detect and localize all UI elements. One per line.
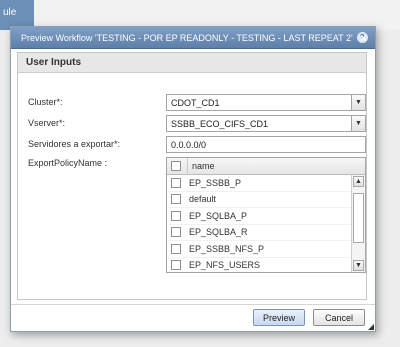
export-policy-label: ExportPolicyName :: [28, 158, 108, 168]
row-checkbox[interactable]: [171, 210, 181, 221]
table-row[interactable]: EP_SQLBA_R: [167, 225, 351, 241]
row-name: EP_SQLBA_R: [189, 227, 248, 238]
row-name: EP_SSBB_NFS_P: [189, 243, 265, 254]
preview-button[interactable]: Preview: [253, 309, 305, 326]
cluster-label: Cluster*:: [28, 97, 63, 107]
user-inputs-panel: User Inputs Cluster*: CDOT_CD1 ▼ Vserver…: [17, 52, 367, 300]
close-icon[interactable]: ×: [360, 31, 367, 45]
table-row[interactable]: EP_SSBB_P: [167, 175, 351, 192]
row-name: default: [189, 194, 217, 205]
select-all-checkbox[interactable]: [171, 161, 181, 171]
vserver-select[interactable]: SSBB_ECO_CIFS_CD1 ▼: [166, 115, 366, 132]
table-row[interactable]: EP_SQLBA_P: [167, 208, 351, 225]
table-row[interactable]: EP_NFS_USERS: [167, 258, 351, 273]
footer-divider: [11, 304, 375, 305]
servidores-value: 0.0.0.0/0: [171, 139, 207, 150]
scroll-thumb[interactable]: [353, 193, 364, 243]
chevron-down-icon[interactable]: ▼: [351, 116, 365, 131]
dialog-title: Preview Workflow 'TESTING - POR EP READO…: [21, 32, 353, 43]
panel-title: User Inputs: [18, 53, 366, 73]
column-header-name[interactable]: name: [192, 161, 215, 171]
cluster-select[interactable]: CDOT_CD1 ▼: [166, 94, 366, 111]
row-checkbox[interactable]: [171, 194, 181, 205]
vserver-value: SSBB_ECO_CIFS_CD1: [171, 118, 269, 129]
resize-grip-icon[interactable]: [368, 324, 374, 330]
row-checkbox[interactable]: [171, 243, 181, 254]
row-name: EP_SQLBA_P: [189, 210, 248, 221]
row-name: EP_SSBB_P: [189, 177, 242, 188]
cancel-button[interactable]: Cancel: [313, 309, 365, 326]
chevron-down-icon[interactable]: ▼: [351, 95, 365, 110]
row-checkbox[interactable]: [171, 260, 181, 271]
column-separator: [187, 158, 188, 175]
dialog-titlebar[interactable]: Preview Workflow 'TESTING - POR EP READO…: [11, 27, 375, 49]
servidores-input[interactable]: 0.0.0.0/0: [166, 136, 366, 153]
scroll-up-icon[interactable]: ▲: [353, 176, 364, 187]
scroll-down-icon[interactable]: ▼: [353, 260, 364, 271]
grid-body: EP_SSBB_P default EP_SQLBA_P EP_SQLBA_R …: [167, 175, 351, 272]
table-row[interactable]: EP_SSBB_NFS_P: [167, 241, 351, 258]
servidores-label: Servidores a exportar*:: [28, 139, 121, 149]
grid-scrollbar[interactable]: ▲ ▼: [351, 175, 365, 272]
vserver-label: Vserver*:: [28, 118, 66, 128]
cluster-value: CDOT_CD1: [171, 97, 220, 108]
row-name: EP_NFS_USERS: [189, 260, 261, 271]
table-row[interactable]: default: [167, 192, 351, 208]
row-checkbox[interactable]: [171, 227, 181, 238]
grid-header: name: [167, 158, 365, 175]
preview-workflow-dialog: Preview Workflow 'TESTING - POR EP READO…: [10, 26, 376, 332]
export-policy-grid: name EP_SSBB_P default EP_SQLBA_P EP_SQL…: [166, 157, 366, 273]
row-checkbox[interactable]: [171, 177, 181, 188]
